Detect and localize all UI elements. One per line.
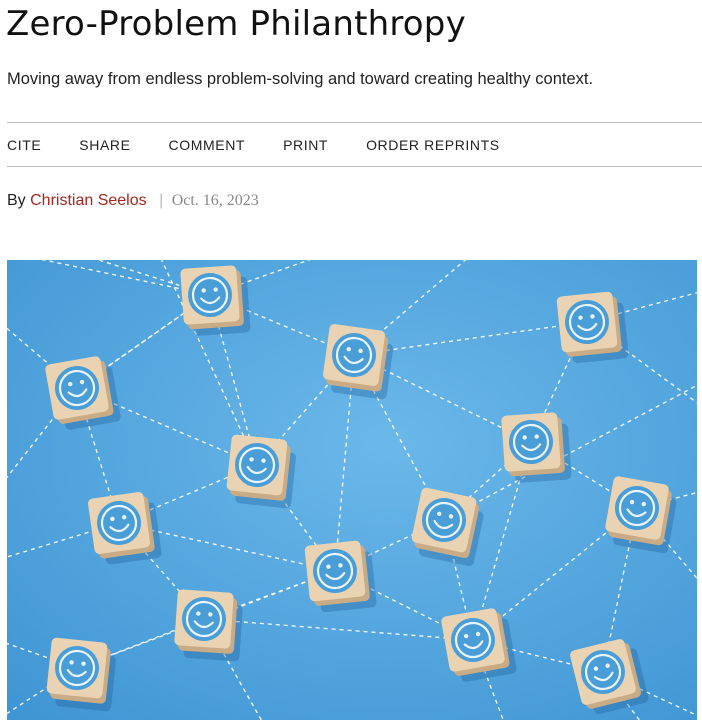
author-link[interactable]: Christian Seelos [30,192,147,209]
smiley-cube [605,476,677,554]
smiley-cube [174,589,243,662]
byline: By Christian Seelos | Oct. 16, 2023 [7,192,259,210]
smiley-cubes-network-illustration [7,260,697,720]
article-actions-toolbar: CITE SHARE COMMENT PRINT ORDER REPRINTS [7,123,538,166]
smiley-cube [46,637,116,712]
byline-separator: | [159,192,164,209]
smiley-cube [323,324,394,400]
smiley-cube [226,434,296,509]
toolbar-bottom-divider [7,166,702,167]
publish-date: Oct. 16, 2023 [171,192,259,209]
order-reprints-link[interactable]: ORDER REPRINTS [366,137,500,153]
article-subtitle: Moving away from endless problem-solving… [7,70,594,88]
smiley-cube [501,412,572,483]
hero-image [7,260,697,720]
article-title: Zero-Problem Philanthropy [6,4,466,44]
comment-link[interactable]: COMMENT [169,137,246,153]
byline-prefix: By [7,192,26,209]
smiley-cube [180,265,251,336]
cite-link[interactable]: CITE [7,137,41,153]
share-link[interactable]: SHARE [79,137,130,153]
print-link[interactable]: PRINT [283,137,328,153]
